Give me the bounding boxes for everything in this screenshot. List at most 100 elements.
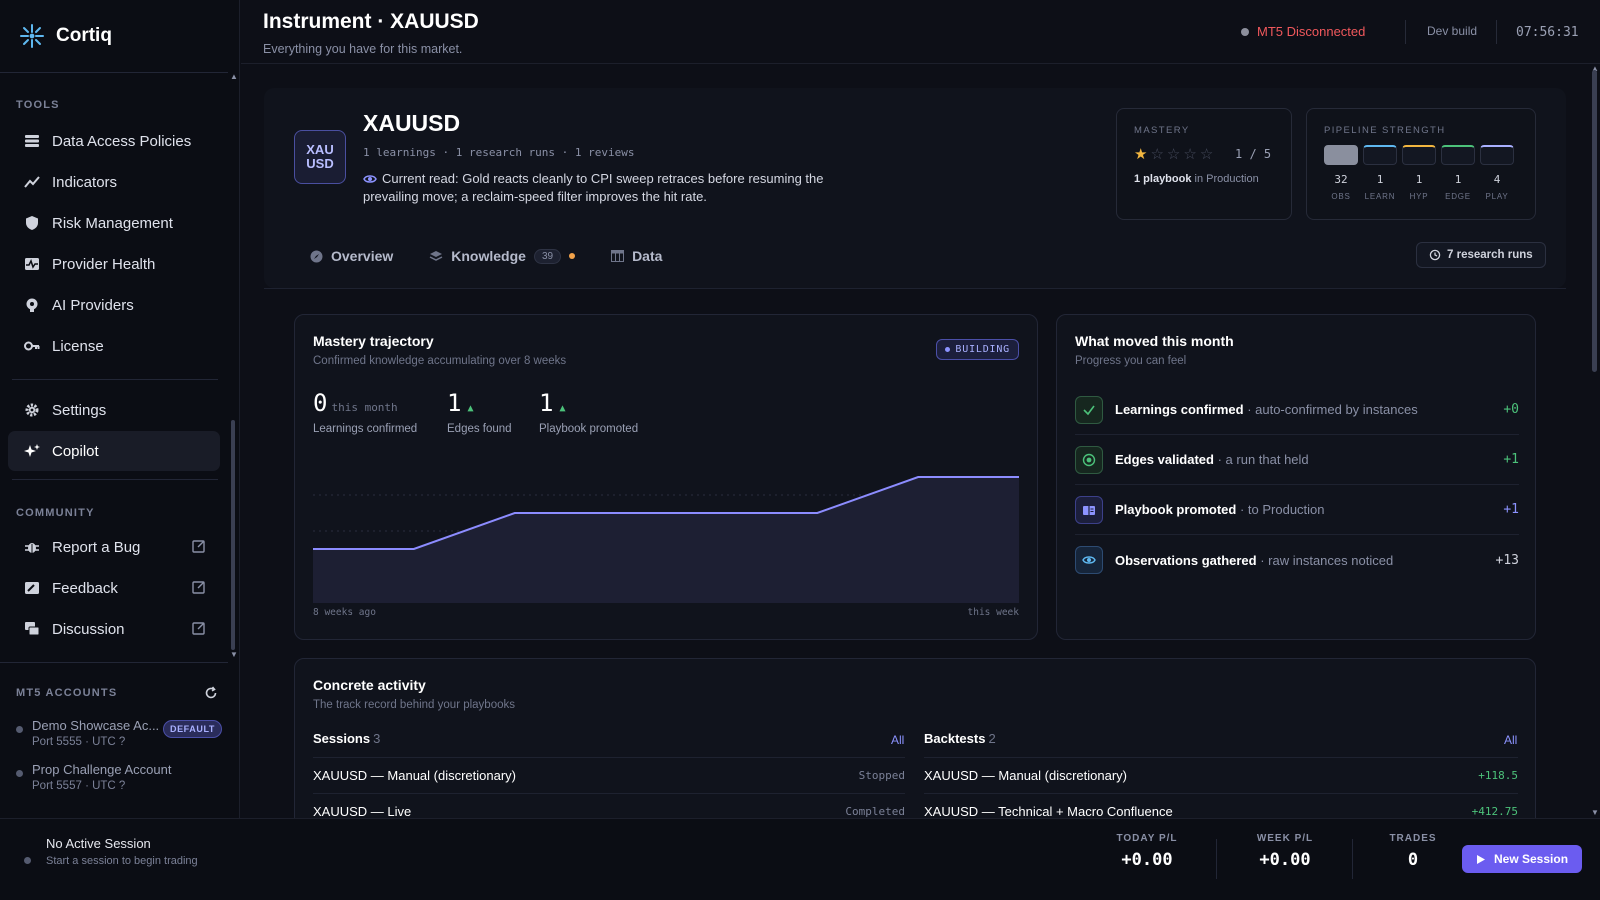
database-icon bbox=[25, 135, 39, 147]
divider bbox=[0, 72, 228, 73]
moved-row-playbook: Playbook promoted · to Production +1 bbox=[1075, 485, 1519, 535]
sidebar-item-discussion[interactable]: Discussion bbox=[8, 609, 220, 649]
brain-icon bbox=[26, 298, 38, 312]
instrument-tabs: Overview Knowledge 39 Data bbox=[310, 248, 662, 264]
session-status: Stopped bbox=[858, 769, 905, 782]
sidebar-item-label: Indicators bbox=[52, 173, 118, 191]
row-title: Playbook promoted bbox=[1115, 502, 1237, 517]
research-runs-button[interactable]: 7 research runs bbox=[1416, 242, 1546, 268]
stat-playbook: 1 ▲ Playbook promoted bbox=[539, 389, 638, 435]
account-port: Port 5557 · UTC ? bbox=[32, 780, 126, 792]
stage-bar bbox=[1324, 145, 1358, 165]
sidebar-scrollbar[interactable] bbox=[231, 420, 235, 650]
stage-value: 1 bbox=[1376, 173, 1384, 186]
main-scroll-down-arrow[interactable]: ▼ bbox=[1591, 808, 1599, 817]
star-icon: ☆ bbox=[1166, 146, 1181, 163]
brand[interactable]: Cortiq bbox=[18, 22, 112, 50]
chat-icon bbox=[25, 622, 40, 636]
book-icon bbox=[1075, 495, 1103, 524]
scroll-down-arrow[interactable]: ▼ bbox=[230, 650, 238, 659]
today-pl: TODAY P/L +0.00 bbox=[1112, 833, 1182, 870]
divider bbox=[0, 662, 228, 663]
trend-icon bbox=[24, 176, 40, 188]
stage-label: PLAY bbox=[1485, 192, 1509, 201]
sidebar-item-ai-providers[interactable]: AI Providers bbox=[8, 285, 220, 325]
trajectory-area bbox=[313, 477, 1019, 603]
building-badge: BUILDING bbox=[936, 339, 1019, 360]
account-item[interactable]: Prop Challenge Account Port 5557 · UTC ? bbox=[16, 762, 226, 792]
trajectory-chart bbox=[313, 476, 1019, 603]
stat-value: 1 bbox=[447, 389, 462, 417]
account-item[interactable]: Demo Showcase Ac... Port 5555 · UTC ? DE… bbox=[16, 718, 226, 748]
mastery-label: MASTERY bbox=[1134, 125, 1190, 136]
backtests-all-link[interactable]: All bbox=[1504, 733, 1517, 747]
session-row[interactable]: XAUUSD — Manual (discretionary) Stopped bbox=[313, 757, 905, 793]
tab-label: Overview bbox=[331, 248, 394, 264]
row-value: +1 bbox=[1503, 452, 1519, 467]
new-session-button[interactable]: New Session bbox=[1462, 845, 1583, 873]
status-dot bbox=[1241, 27, 1249, 36]
backtests-count: 2 bbox=[988, 731, 996, 746]
stat-label: TRADES bbox=[1389, 833, 1437, 844]
stage-label: EDGE bbox=[1445, 192, 1471, 201]
page-subtitle: Everything you have for this market. bbox=[263, 42, 463, 56]
panel-title: What moved this month bbox=[1075, 333, 1234, 349]
row-detail: · raw instances noticed bbox=[1256, 552, 1394, 568]
stage-bar bbox=[1363, 145, 1397, 165]
knowledge-count: 39 bbox=[533, 248, 562, 264]
sidebar-item-indicators[interactable]: Indicators bbox=[8, 162, 220, 202]
panel-subtitle: The track record behind your playbooks bbox=[313, 699, 515, 711]
main-scrollbar[interactable] bbox=[1592, 70, 1597, 372]
row-title: Edges validated bbox=[1115, 452, 1214, 467]
sidebar-item-label: Feedback bbox=[52, 579, 118, 597]
sidebar-item-copilot[interactable]: Copilot bbox=[8, 431, 220, 471]
target-icon bbox=[1075, 445, 1103, 474]
sidebar-item-feedback[interactable]: Feedback bbox=[8, 568, 220, 608]
default-badge: DEFAULT bbox=[162, 720, 222, 738]
tab-knowledge[interactable]: Knowledge 39 bbox=[429, 248, 576, 264]
row-value: +13 bbox=[1495, 552, 1519, 568]
external-link-icon bbox=[192, 581, 205, 594]
row-title: Observations gathered bbox=[1115, 552, 1257, 568]
sidebar-item-license[interactable]: License bbox=[8, 326, 220, 366]
row-value: +0 bbox=[1503, 402, 1519, 417]
playbook-count: 1 playbook bbox=[1134, 173, 1192, 185]
shield-icon bbox=[26, 216, 38, 230]
playbook-status: in Production bbox=[1191, 173, 1259, 185]
scroll-up-arrow[interactable]: ▲ bbox=[230, 72, 238, 81]
gear-icon bbox=[25, 403, 39, 417]
sidebar-item-label: Copilot bbox=[52, 442, 99, 460]
logo-line: XAU bbox=[306, 142, 334, 157]
tab-data[interactable]: Data bbox=[611, 248, 662, 264]
eye-icon bbox=[363, 175, 377, 183]
row-detail: · to Production bbox=[1236, 502, 1325, 517]
stage-bar bbox=[1402, 145, 1436, 165]
stat-value: 1 bbox=[539, 389, 554, 417]
x-axis-start-label: 8 weeks ago bbox=[313, 607, 376, 618]
stat-label: Edges found bbox=[447, 423, 512, 435]
tab-overview[interactable]: Overview bbox=[310, 248, 393, 264]
backtest-name: XAUUSD — Manual (discretionary) bbox=[924, 768, 1128, 783]
pipeline-stage-play: 4 PLAY bbox=[1480, 145, 1514, 201]
sidebar-item-data-access-policies[interactable]: Data Access Policies bbox=[8, 121, 220, 161]
stat-value: +0.00 bbox=[1121, 850, 1173, 870]
stat-learnings: 0 this month Learnings confirmed bbox=[313, 389, 417, 435]
trades-count: TRADES 0 bbox=[1385, 833, 1441, 870]
mastery-stars: ★ ☆ ☆ ☆ ☆ bbox=[1134, 145, 1213, 163]
session-status: Completed bbox=[845, 805, 905, 818]
refresh-icon[interactable] bbox=[204, 686, 218, 700]
backtest-row[interactable]: XAUUSD — Manual (discretionary) +118.5 bbox=[924, 757, 1518, 793]
moved-row-learnings: Learnings confirmed · auto-confirmed by … bbox=[1075, 385, 1519, 435]
sidebar-item-provider-health[interactable]: Provider Health bbox=[8, 244, 220, 284]
stat-label: Playbook promoted bbox=[539, 423, 639, 435]
x-axis-end-label: this week bbox=[967, 607, 1019, 618]
sidebar-item-report-bug[interactable]: Report a Bug bbox=[8, 527, 220, 567]
sidebar-item-settings[interactable]: Settings bbox=[8, 390, 220, 430]
sessions-all-link[interactable]: All bbox=[891, 733, 904, 747]
sessions-count: 3 bbox=[373, 731, 381, 746]
sidebar-item-risk-management[interactable]: Risk Management bbox=[8, 203, 220, 243]
session-name: XAUUSD — Live bbox=[313, 804, 412, 819]
unread-dot bbox=[569, 253, 576, 259]
connection-status[interactable]: MT5 Disconnected bbox=[1241, 24, 1365, 39]
mastery-playbook: 1 playbook in Production bbox=[1134, 173, 1259, 185]
